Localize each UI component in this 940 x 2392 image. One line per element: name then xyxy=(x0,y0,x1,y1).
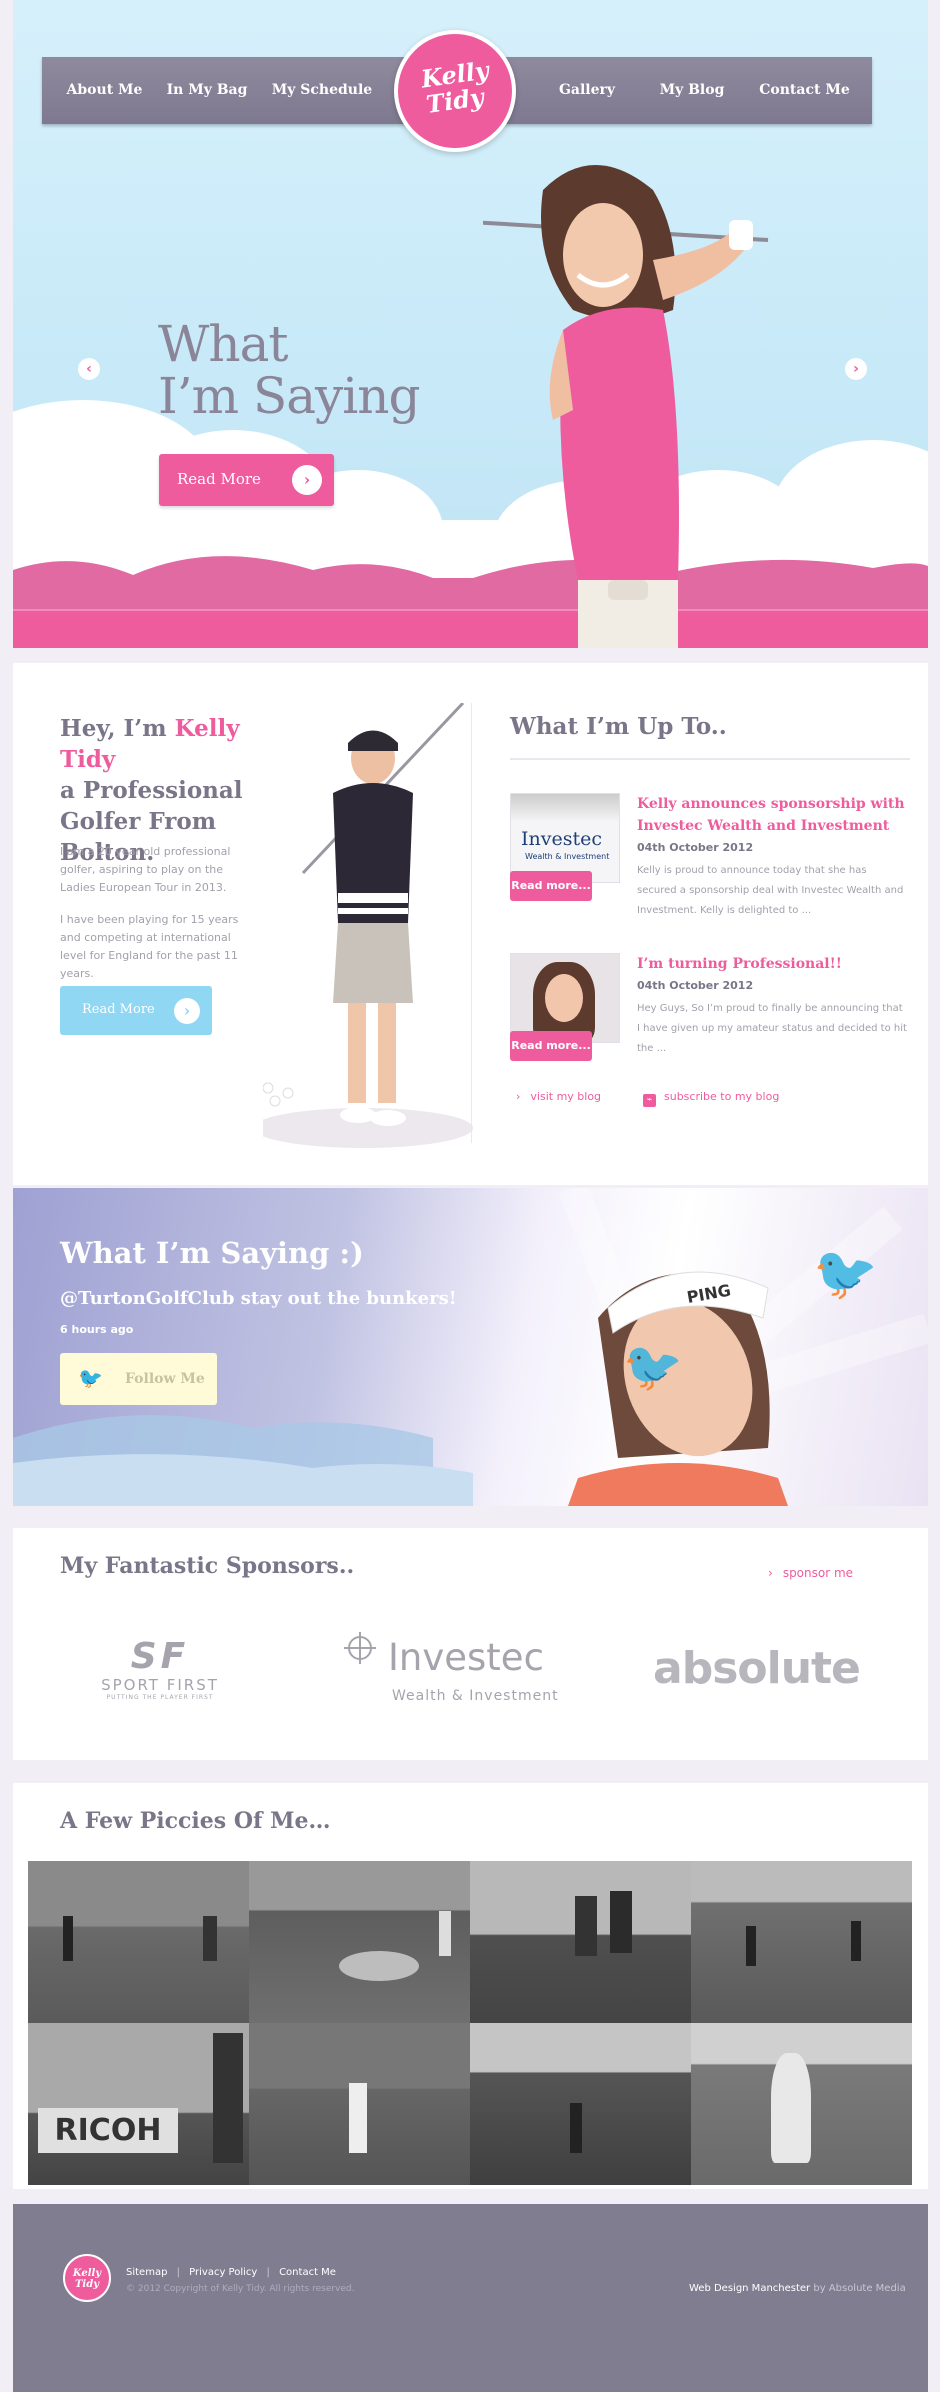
sf-mark: SF xyxy=(130,1636,190,1677)
twitter-bird-icon: 🐦 xyxy=(623,1339,683,1395)
sf-tagline: PUTTING THE PLAYER FIRST xyxy=(106,1694,214,1701)
gallery-section: A Few Piccies Of Me… RICOH xyxy=(13,1783,928,2189)
kelly-tidy-logo[interactable]: Kelly Tidy xyxy=(394,30,516,152)
gallery-grid: RICOH xyxy=(28,1861,912,2185)
news-heading: What I’m Up To.. xyxy=(510,713,727,740)
footer-links: Sitemap | Privacy Policy | Contact Me xyxy=(126,2267,336,2278)
gallery-photo[interactable] xyxy=(249,1861,470,2023)
arrow-right-icon: › xyxy=(174,997,200,1024)
about-heading-line3: Golfer From xyxy=(60,808,217,835)
gallery-photo[interactable] xyxy=(691,1861,912,2023)
footer-link-privacy[interactable]: Privacy Policy xyxy=(189,2267,257,2278)
sponsor-me-label: sponsor me xyxy=(782,1566,854,1580)
footer-logo[interactable]: Kelly Tidy xyxy=(63,2254,111,2302)
twitter-section: PING 🐦 🐦 What I’m Saying :) @TurtonGolfC… xyxy=(13,1188,928,1506)
hero-read-more-button[interactable]: Read More › xyxy=(159,454,334,506)
news-thumbnail-portrait xyxy=(510,953,620,1043)
sponsor-logo-investec[interactable]: Investec Wealth & Investment xyxy=(344,1632,578,1716)
footer-credit: Web Design Manchester by Absolute Media xyxy=(689,2283,906,2294)
arrow-right-icon: › xyxy=(292,465,322,495)
twitter-bird-icon: 🐦 xyxy=(78,1366,103,1390)
footer-link-sitemap[interactable]: Sitemap xyxy=(126,2267,167,2278)
news-thumbnail-investec: Investec Wealth & Investment xyxy=(510,793,620,883)
nav-in-my-bag[interactable]: In My Bag xyxy=(162,57,252,124)
subscribe-blog-link[interactable]: ⌁ subscribe to my blog xyxy=(643,1090,779,1107)
news-title[interactable]: Kelly announces sponsorship with Investe… xyxy=(637,793,907,837)
tweet-text: @TurtonGolfClub stay out the bunkers! xyxy=(60,1288,457,1309)
visit-blog-link[interactable]: › visit my blog xyxy=(516,1090,601,1103)
nav-contact-me[interactable]: Contact Me xyxy=(752,57,857,124)
investec-name: Investec xyxy=(388,1636,544,1679)
nav-gallery[interactable]: Gallery xyxy=(542,57,632,124)
follow-me-button[interactable]: 🐦 Follow Me xyxy=(60,1353,217,1405)
about-heading-line2: a Professional xyxy=(60,777,243,804)
chevron-right-icon: › xyxy=(768,1566,773,1580)
about-section: Hey, I’m Kelly Tidy a Professional Golfe… xyxy=(13,663,928,1185)
subscribe-blog-label: subscribe to my blog xyxy=(664,1090,780,1103)
rss-icon: ⌁ xyxy=(643,1094,656,1107)
news-item: Read more... I’m turning Professional!! … xyxy=(510,953,910,1093)
thumb-investec-text: Investec xyxy=(521,828,602,850)
news-read-more-button[interactable]: Read more... xyxy=(510,1031,592,1061)
news-date: 04th October 2012 xyxy=(637,979,754,992)
gallery-photo[interactable]: RICOH xyxy=(28,2023,249,2185)
hero-title-line2: I’m Saying xyxy=(158,367,420,425)
footer-logo-line2: Tidy xyxy=(74,2279,100,2290)
gallery-heading: A Few Piccies Of Me… xyxy=(60,1808,331,1834)
hero-title: What I’m Saying xyxy=(158,315,420,425)
investec-sub: Wealth & Investment xyxy=(392,1688,559,1704)
footer: Kelly Tidy Sitemap | Privacy Policy | Co… xyxy=(13,2204,928,2392)
footer-credit-link[interactable]: Web Design Manchester xyxy=(689,2283,810,2294)
news-title[interactable]: I’m turning Professional!! xyxy=(637,953,907,975)
gallery-photo[interactable] xyxy=(28,1861,249,2023)
nav-my-blog[interactable]: My Blog xyxy=(647,57,737,124)
news-read-more-button[interactable]: Read more... xyxy=(510,871,592,901)
nav-my-schedule[interactable]: My Schedule xyxy=(267,57,377,124)
carousel-next-arrow[interactable]: › xyxy=(845,358,867,380)
twitter-heading: What I’m Saying :) xyxy=(60,1236,364,1270)
about-paragraph-2: I have been playing for 15 years and com… xyxy=(60,913,239,980)
gallery-photo[interactable] xyxy=(691,2023,912,2185)
footer-credit-rest: by Absolute Media xyxy=(810,2283,906,2294)
sponsors-section: My Fantastic Sponsors.. › sponsor me SF S… xyxy=(13,1528,928,1760)
gallery-photo[interactable] xyxy=(470,2023,691,2185)
tweet-time: 6 hours ago xyxy=(60,1323,134,1336)
about-heading-pre: Hey, I’m xyxy=(60,715,175,742)
follow-me-label: Follow Me xyxy=(125,1371,205,1387)
golfer-portrait-image xyxy=(263,703,473,1148)
news-excerpt: Hey Guys, So I’m proud to finally be ann… xyxy=(637,1003,907,1054)
visit-blog-label: visit my blog xyxy=(530,1090,602,1103)
about-read-more-button[interactable]: Read More › xyxy=(60,986,212,1035)
about-read-more-label: Read More xyxy=(82,1002,155,1017)
news-date: 04th October 2012 xyxy=(637,841,754,854)
about-paragraph-1: I am a 20 year old professional golfer, … xyxy=(60,845,231,894)
thumb-investec-sub: Wealth & Investment xyxy=(525,852,610,861)
gallery-photo[interactable] xyxy=(249,2023,470,2185)
sponsor-logo-sport-first[interactable]: SF SPORT FIRST PUTTING THE PLAYER FIRST xyxy=(85,1638,235,1708)
footer-logo-line1: Kelly xyxy=(72,2268,102,2279)
sponsors-heading: My Fantastic Sponsors.. xyxy=(60,1553,355,1579)
chevron-right-icon: › xyxy=(516,1090,521,1103)
sponsor-me-link[interactable]: › sponsor me xyxy=(768,1566,853,1580)
footer-copyright: © 2012 Copyright of Kelly Tidy. All righ… xyxy=(126,2284,355,2294)
carousel-prev-arrow[interactable]: ‹ xyxy=(78,358,100,380)
sponsor-logo-absolute[interactable]: absolute xyxy=(653,1643,861,1694)
footer-link-contact[interactable]: Contact Me xyxy=(279,2267,336,2278)
hero-title-line1: What xyxy=(158,315,289,373)
golfer-hero-image xyxy=(483,165,769,648)
news-excerpt: Kelly is proud to announce today that sh… xyxy=(637,865,904,916)
nav-about-me[interactable]: About Me xyxy=(62,57,147,124)
gallery-photo[interactable] xyxy=(470,1861,691,2023)
sf-name: SPORT FIRST xyxy=(101,1676,219,1694)
news-item: Investec Wealth & Investment Read more..… xyxy=(510,793,910,943)
twitter-bird-icon: 🐦 xyxy=(813,1244,878,1304)
hero-read-more-label: Read More xyxy=(177,470,261,488)
ricoh-sign: RICOH xyxy=(38,2108,178,2153)
